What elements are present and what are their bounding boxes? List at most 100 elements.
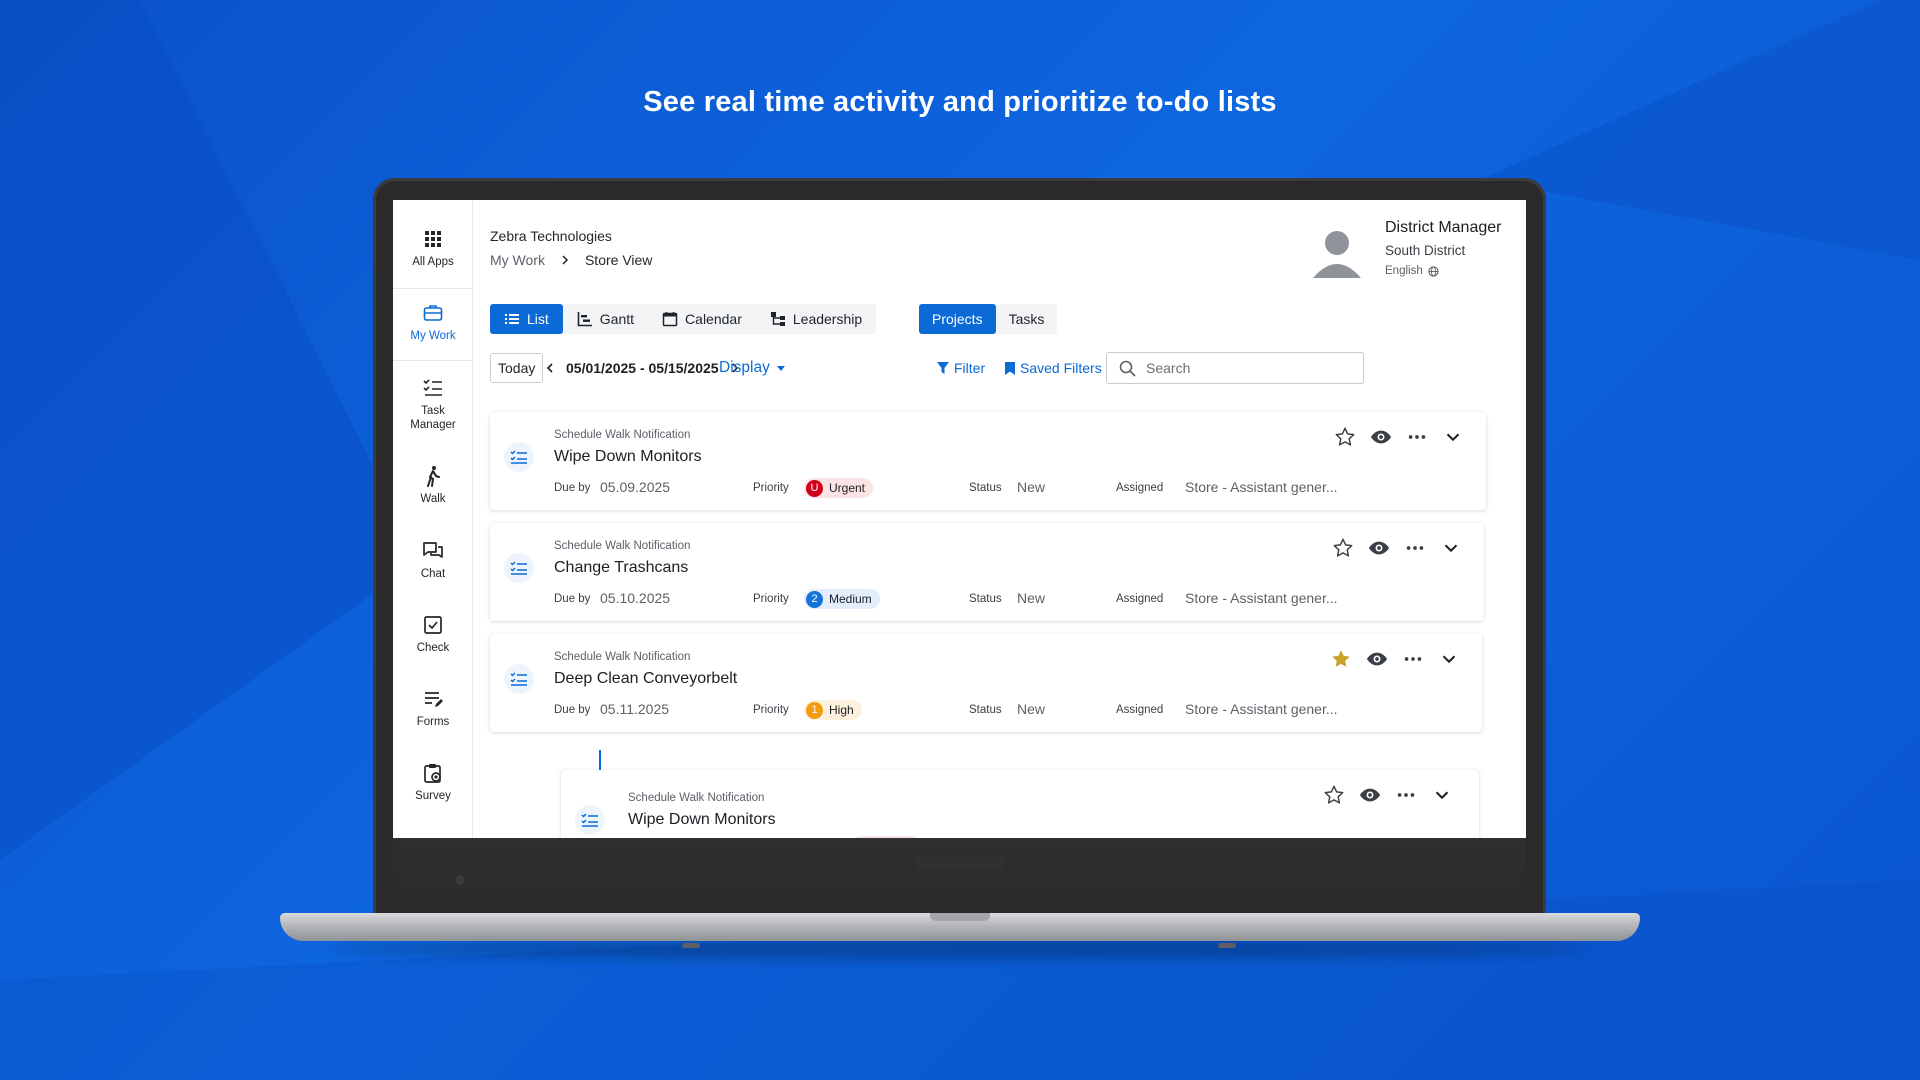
priority-badge <box>851 836 921 838</box>
task-checklist-icon <box>504 442 534 472</box>
more-icon[interactable] <box>1402 648 1424 670</box>
star-filled-icon[interactable] <box>1330 648 1352 670</box>
briefcase-icon <box>423 305 443 321</box>
nav-task-manager[interactable]: Task Manager <box>393 376 473 432</box>
priority-label: Priority <box>753 704 789 716</box>
status-label: Status <box>969 704 1002 716</box>
assigned-label: Assigned <box>1116 593 1164 605</box>
task-title[interactable]: Wipe Down Monitors <box>554 448 702 466</box>
nav-label: Check <box>416 642 450 654</box>
nav-forms[interactable]: Forms <box>393 688 473 728</box>
chevron-down-icon[interactable] <box>1440 537 1462 559</box>
user-district: South District <box>1385 243 1466 258</box>
priority-number: 1 <box>806 701 823 719</box>
nav-label: Chat <box>420 568 446 580</box>
task-checklist-icon <box>504 553 534 583</box>
priority-number: U <box>806 479 823 497</box>
assigned-value: Store - Assistant gener... <box>1185 590 1338 606</box>
task-card[interactable]: Schedule Walk Notification Wipe Down Mon… <box>490 412 1486 510</box>
search-input[interactable] <box>1146 360 1336 376</box>
bookmark-icon <box>1005 361 1015 375</box>
search-icon <box>1119 360 1136 377</box>
breadcrumb-store-view: Store View <box>584 252 653 268</box>
star-icon[interactable] <box>1332 537 1354 559</box>
laptop-foot <box>1218 943 1236 948</box>
user-role: District Manager <box>1385 219 1502 236</box>
globe-icon <box>1428 265 1439 277</box>
display-dropdown[interactable]: Display <box>719 353 786 383</box>
chevron-down-icon[interactable] <box>1442 426 1464 448</box>
star-icon[interactable] <box>1334 426 1356 448</box>
tab-projects[interactable]: Projects <box>919 304 996 334</box>
caret-down-icon <box>776 366 785 371</box>
filter-button[interactable]: Filter <box>937 353 985 383</box>
priority-label: Priority <box>753 593 789 605</box>
task-type: Schedule Walk Notification <box>554 429 691 441</box>
chevron-right-icon <box>562 255 569 265</box>
nav-my-work[interactable]: My Work <box>393 302 473 342</box>
task-title[interactable]: Wipe Down Monitors <box>628 811 776 829</box>
task-checklist-icon <box>504 664 534 694</box>
status-value: New <box>1017 479 1046 495</box>
more-icon[interactable] <box>1404 537 1426 559</box>
date-range[interactable]: 05/01/2025 - 05/15/2025 <box>566 360 719 376</box>
chevron-left-icon[interactable] <box>544 362 556 374</box>
date-range-navigator: 05/01/2025 - 05/15/2025 <box>544 353 741 383</box>
task-title[interactable]: Deep Clean Conveyorbelt <box>554 670 737 688</box>
avatar[interactable] <box>1313 228 1361 278</box>
nav-label: My Work <box>410 330 456 342</box>
nav-chat[interactable]: Chat <box>393 540 473 580</box>
sidebar: All Apps My Work Task Manager Walk Chat … <box>393 200 473 838</box>
nav-divider <box>393 288 473 289</box>
task-title[interactable]: Change Trashcans <box>554 559 688 577</box>
company-name: Zebra Technologies <box>490 228 612 244</box>
more-icon[interactable] <box>1406 426 1428 448</box>
survey-clipboard-icon <box>424 764 441 783</box>
status-label: Status <box>969 593 1002 605</box>
language-selector[interactable]: English <box>1385 265 1439 277</box>
eye-icon[interactable] <box>1368 537 1390 559</box>
task-card[interactable]: Schedule Walk Notification Deep Clean Co… <box>490 634 1482 732</box>
tab-label: Gantt <box>599 311 635 327</box>
due-label: Due by <box>554 593 591 605</box>
walking-person-icon <box>427 466 440 487</box>
nav-label: Survey <box>415 790 451 802</box>
chevron-down-icon[interactable] <box>1438 648 1460 670</box>
nav-walk[interactable]: Walk <box>393 465 473 505</box>
tab-label: Calendar <box>685 311 742 327</box>
tab-label: Leadership <box>792 311 863 327</box>
assigned-label: Assigned <box>1116 482 1164 494</box>
nav-all-apps[interactable]: All Apps <box>393 228 473 268</box>
priority-badge: 1 High <box>804 700 862 720</box>
task-checklist-icon <box>575 805 605 835</box>
tab-tasks[interactable]: Tasks <box>996 304 1058 334</box>
gantt-icon <box>577 312 592 327</box>
task-card-nested[interactable]: Schedule Walk Notification Wipe Down Mon… <box>561 770 1479 838</box>
task-card[interactable]: Schedule Walk Notification Change Trashc… <box>490 523 1484 621</box>
tab-list[interactable]: List <box>490 304 563 334</box>
eye-icon[interactable] <box>1370 426 1392 448</box>
chevron-down-icon[interactable] <box>1431 784 1453 806</box>
star-icon[interactable] <box>1323 784 1345 806</box>
priority-badge: 2 Medium <box>804 589 880 609</box>
apps-grid-icon <box>425 231 441 247</box>
tab-calendar[interactable]: Calendar <box>648 304 756 334</box>
nav-check[interactable]: Check <box>393 614 473 654</box>
scope-tabs: Projects Tasks <box>919 304 1058 334</box>
status-label: Status <box>969 482 1002 494</box>
breadcrumb-my-work[interactable]: My Work <box>490 252 545 268</box>
due-date: 05.11.2025 <box>600 701 670 717</box>
eye-icon[interactable] <box>1359 784 1381 806</box>
priority-text: Urgent <box>829 481 866 495</box>
saved-filters-button[interactable]: Saved Filters <box>1005 353 1102 383</box>
more-icon[interactable] <box>1395 784 1417 806</box>
display-label: Display <box>719 359 770 376</box>
tab-leadership[interactable]: Leadership <box>756 304 876 334</box>
task-type: Schedule Walk Notification <box>628 792 765 804</box>
today-button[interactable]: Today <box>490 353 544 383</box>
nav-survey[interactable]: Survey <box>393 762 473 802</box>
chat-bubbles-icon <box>423 542 443 558</box>
tab-gantt[interactable]: Gantt <box>563 304 648 334</box>
eye-icon[interactable] <box>1366 648 1388 670</box>
task-actions <box>1334 426 1464 448</box>
